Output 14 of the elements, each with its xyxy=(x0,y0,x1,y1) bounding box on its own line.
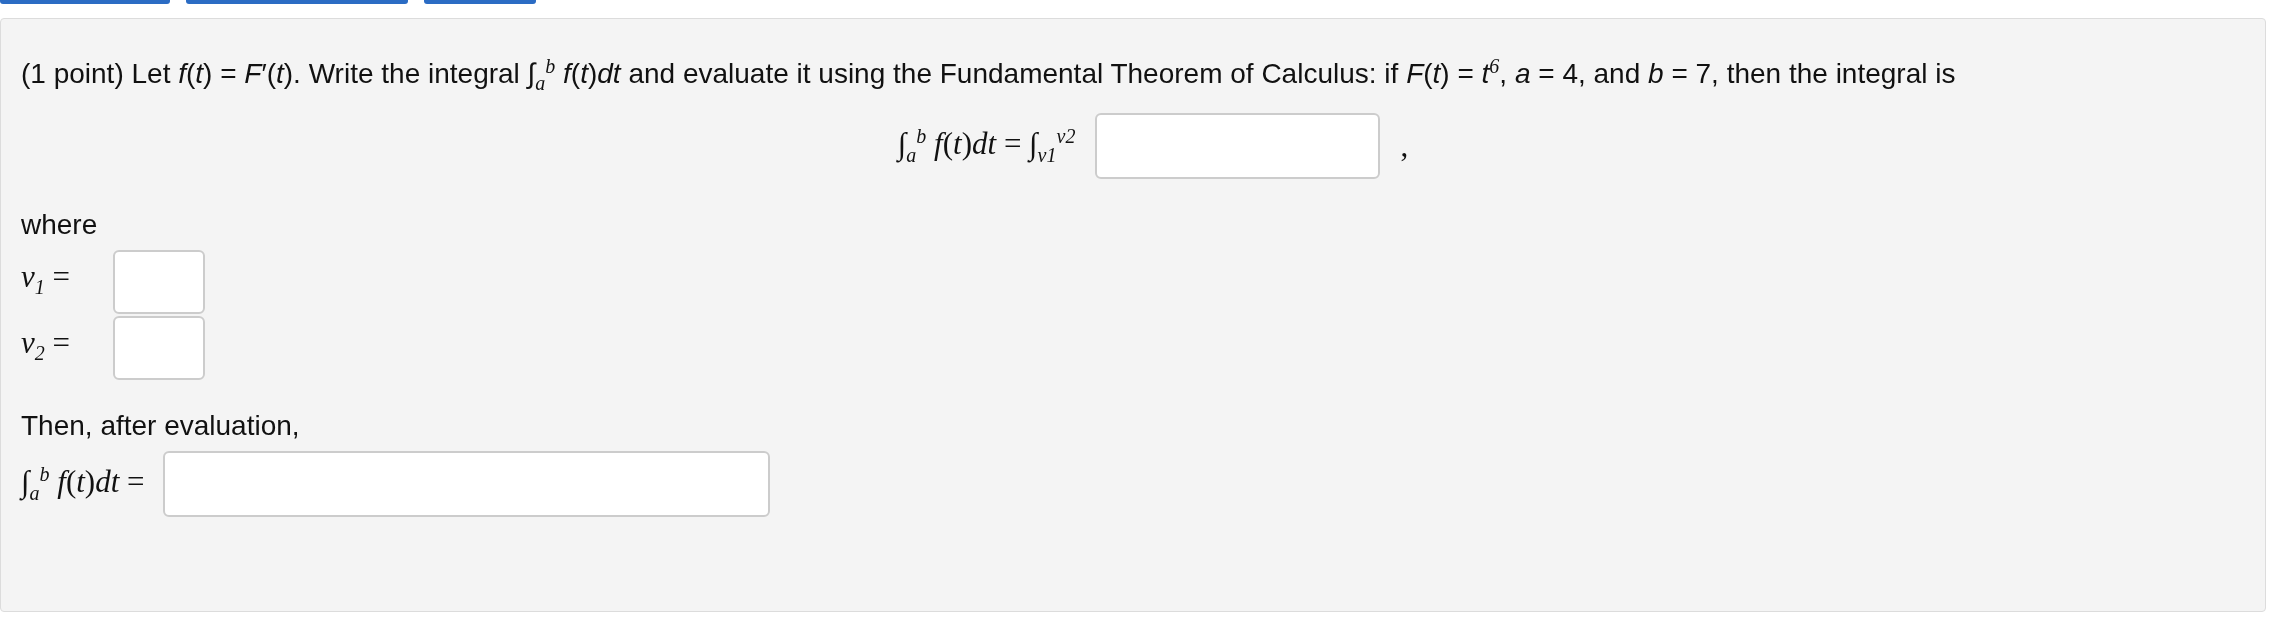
tab-edge[interactable] xyxy=(424,0,536,4)
comma: , xyxy=(1400,127,1409,166)
answer-field[interactable] xyxy=(113,249,205,314)
problem-statement: (1 point) Let f(t) = F′(t). Write the integral ∫$_{a}$$^{b}$ f(t)dt and evaluate it using the Fundamental Theorem of Calculus: if F(t) = t$^{6}$, a = 4, and b = 7, then the integral is xyxy=(21,54,1957,96)
variable-label: v$_{2}$ = xyxy=(21,323,71,366)
instruction-text: Then, after evaluation, xyxy=(21,408,301,443)
tab-edge[interactable] xyxy=(0,0,170,4)
where-label: where xyxy=(21,207,99,242)
math-expression: ∫$_{a}$$^{b}$ f(t)dt = xyxy=(21,462,145,506)
answer-field[interactable] xyxy=(113,315,205,380)
tab-edge[interactable] xyxy=(186,0,408,4)
variable-label: v$_{1}$ = xyxy=(21,257,71,300)
answer-field[interactable] xyxy=(1095,112,1381,179)
answer-field[interactable] xyxy=(162,450,770,517)
